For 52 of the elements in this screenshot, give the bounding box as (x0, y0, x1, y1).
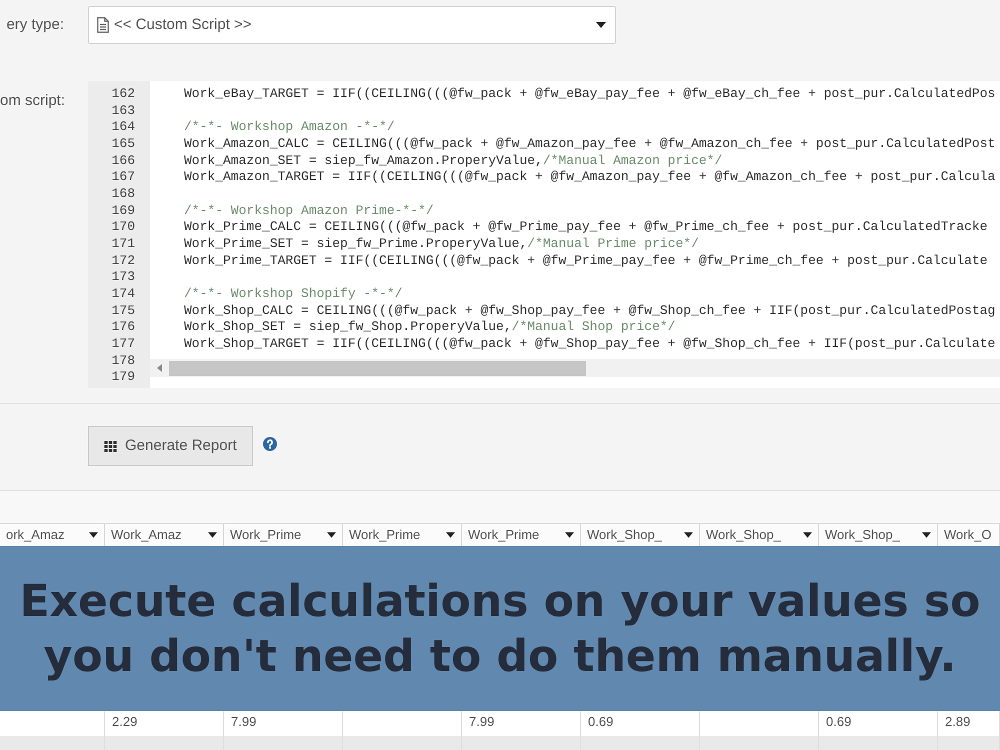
line-number: 179 (110, 369, 135, 386)
code-line: Work_Prime_SET = siep_fw_Prime.ProperyValue,/*Manual Prime price*/ (184, 236, 699, 253)
caret-icon (596, 22, 606, 28)
code-line: /*-*- Workshop Shopify -*-*/ (184, 286, 402, 303)
scrollbar-thumb[interactable] (169, 360, 586, 376)
field-label: ery type: (6, 16, 64, 33)
caret-icon (565, 532, 574, 538)
generate-report-button[interactable]: Generate Report (88, 426, 253, 466)
code-line: Work_eBay_TARGET = IIF((CEILING(((@fw_pack + @fw_eBay_pay_fee + @fw_eBay_ch_fee + post_pur.CalculatedPos (184, 86, 996, 103)
horizontal-scrollbar[interactable] (150, 359, 1000, 377)
code-line: Work_Shop_CALC = CEILING(((@fw_pack + @fw_Shop_pay_fee + @fw_Shop_ch_fee + IIF(post_pur.CalculatedPostag (184, 302, 996, 320)
query-type-select[interactable]: << Custom Script >> (88, 6, 616, 44)
code-line: Work_Shop_SET = siep_fw_Shop.ProperyValue,/*Manual Shop price*/ (184, 319, 676, 336)
line-number: 175 (110, 302, 135, 320)
help-icon (262, 437, 277, 451)
code-line: Work_Prime_CALC = CEILING(((@fw_pack + @fw_Prime_pay_fee + @fw_Prime_ch_fee + post_pur.CalculatedTracke (184, 219, 988, 236)
line-number: 162 (110, 86, 135, 103)
line-number: 176 (110, 319, 135, 336)
line-number: 173 (110, 269, 135, 286)
line-number: 164 (110, 119, 135, 136)
line-number: 172 (110, 252, 135, 270)
line-number: 166 (110, 152, 135, 170)
caret-icon (89, 532, 98, 538)
field-label: om script: (0, 92, 66, 109)
caret-icon (922, 532, 931, 538)
caret-icon (327, 532, 336, 538)
line-number: 168 (110, 186, 135, 203)
code-line: Work_Prime_TARGET = IIF((CEILING(((@fw_pack + @fw_Prime_pay_fee + @fw_Prime_ch_fee + post_pur.Calculate (184, 252, 988, 270)
line-number: 174 (110, 286, 135, 303)
caret-icon (803, 532, 812, 538)
code-line: Work_Amazon_CALC = CEILING(((@fw_pack + @fw_Amazon_pay_fee + @fw_Amazon_ch_fee + post_pur.CalculatedPost (184, 136, 996, 153)
code-line: Work_Amazon_SET = siep_fw_Amazon.ProperyValue,/*Manual Amazon price*/ (184, 152, 722, 170)
line-number: 170 (110, 219, 135, 236)
code-editor-field[interactable] (150, 81, 1000, 388)
code-line: Work_Shop_TARGET = IIF((CEILING(((@fw_pack + @fw_Shop_pay_fee + @fw_Shop_ch_fee + IIF(post_pur.Calculate (184, 336, 996, 352)
line-number: 167 (110, 169, 135, 186)
scroll-left-icon (157, 364, 162, 372)
line-number: 169 (110, 202, 135, 220)
caret-icon (684, 532, 693, 538)
code-line: /*-*- Workshop Amazon Prime-*-*/ (184, 202, 434, 220)
caret-icon (446, 532, 455, 538)
caption-text: Execute calculations on your values so you don't need to do them manually. (18, 574, 982, 684)
code-line: /*-*- Workshop Amazon -*-*/ (184, 119, 395, 136)
line-number: 177 (110, 336, 135, 352)
caret-icon (208, 532, 217, 538)
grid-icon (104, 440, 117, 452)
line-number: 178 (110, 352, 135, 370)
document-icon (97, 17, 109, 33)
code-line: Work_Amazon_TARGET = IIF((CEILING(((@fw_pack + @fw_Amazon_pay_fee + @fw_Amazon_ch_fee + post_pur.Calcula (184, 169, 996, 186)
line-number: 165 (110, 136, 135, 153)
line-number: 171 (110, 236, 135, 253)
line-number: 163 (110, 102, 135, 120)
